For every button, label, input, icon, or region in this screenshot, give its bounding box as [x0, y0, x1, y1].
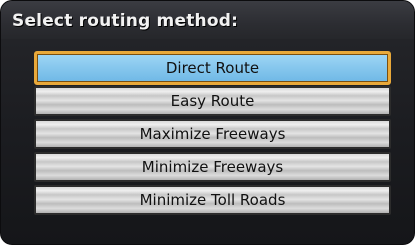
easy-route-option[interactable]: Easy Route	[34, 86, 391, 116]
minimize-toll-roads-option[interactable]: Minimize Toll Roads	[34, 185, 391, 215]
maximize-freeways-option[interactable]: Maximize Freeways	[34, 119, 391, 149]
screen-title: Select routing method:	[12, 11, 239, 31]
option-label: Minimize Freeways	[141, 158, 284, 176]
routing-method-menu: Direct Route Easy Route Maximize Freeway…	[34, 51, 391, 218]
option-label: Minimize Toll Roads	[139, 191, 286, 209]
minimize-freeways-option[interactable]: Minimize Freeways	[34, 152, 391, 182]
option-label: Easy Route	[170, 92, 255, 110]
header-bar: Select routing method:	[1, 1, 414, 39]
navigation-screen: Select routing method: Direct Route Easy…	[0, 0, 415, 245]
option-label: Direct Route	[165, 59, 260, 77]
option-label: Maximize Freeways	[139, 125, 286, 143]
direct-route-option[interactable]: Direct Route	[34, 51, 391, 85]
